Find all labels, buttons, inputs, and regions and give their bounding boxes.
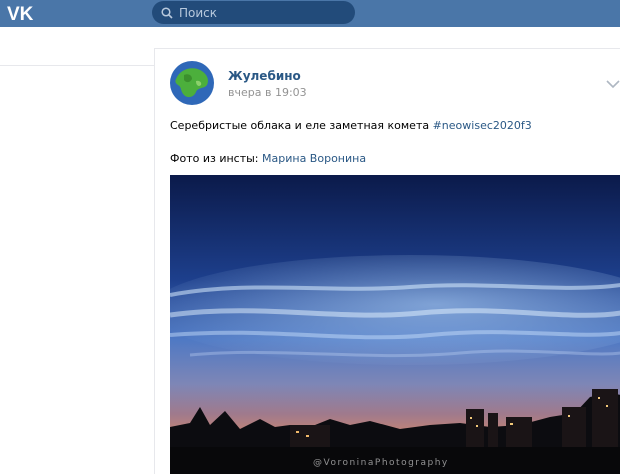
- feed-top-block: [154, 27, 620, 49]
- avatar[interactable]: [170, 61, 214, 105]
- search-box[interactable]: [152, 1, 355, 24]
- top-bar: VK: [0, 0, 620, 27]
- photo-credit: Фото из инсты: Марина Воронина: [170, 151, 366, 167]
- chevron-down-icon: [606, 80, 620, 89]
- svg-text:VK: VK: [7, 4, 34, 23]
- night-sky-photo: [170, 175, 620, 474]
- post-text: Серебристые облака и еле заметная комета…: [170, 118, 610, 134]
- hashtag-link[interactable]: #neowisec2020f3: [433, 119, 532, 132]
- post-text-body: Серебристые облака и еле заметная комета: [170, 119, 433, 132]
- feed-post: Жулебино вчера в 19:03 Серебристые облак…: [154, 49, 620, 474]
- post-photo[interactable]: @VoroninaPhotography: [170, 175, 620, 474]
- left-sidebar: [0, 27, 154, 474]
- search-input[interactable]: [179, 5, 339, 20]
- search-icon: [161, 6, 173, 19]
- post-menu-button[interactable]: [606, 74, 620, 93]
- post-time[interactable]: вчера в 19:03: [228, 86, 307, 99]
- vk-logo-icon: VK: [7, 4, 34, 23]
- post-author[interactable]: Жулебино: [228, 69, 301, 83]
- vk-logo[interactable]: VK: [5, 2, 37, 24]
- photo-watermark: @VoroninaPhotography: [313, 458, 449, 468]
- avatar-map-icon: [170, 61, 214, 105]
- sidebar-divider: [0, 65, 154, 66]
- photographer-link[interactable]: Марина Воронина: [262, 152, 366, 165]
- photo-credit-label: Фото из инсты:: [170, 152, 263, 165]
